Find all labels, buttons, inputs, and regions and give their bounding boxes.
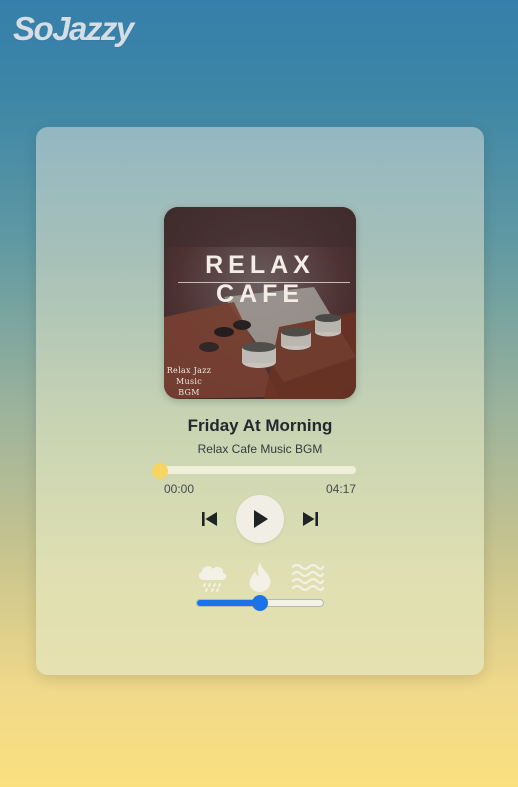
- album-cover: RELAX CAFE Relax Jazz Music BGM: [164, 207, 356, 399]
- progress-bar[interactable]: [160, 466, 356, 474]
- current-time: 00:00: [164, 482, 195, 496]
- album-cover-subtitle: Relax Jazz Music BGM: [166, 365, 212, 398]
- skip-previous-icon: [202, 512, 217, 526]
- rain-cloud-icon: [198, 566, 227, 592]
- album-cover-subtitle-line: BGM: [178, 388, 200, 397]
- waves-icon: [291, 563, 325, 592]
- fire-icon: [249, 562, 271, 592]
- next-track-button[interactable]: [300, 509, 320, 529]
- ambient-volume-fill: [197, 600, 260, 606]
- app-logo: SoJazzy: [13, 10, 134, 47]
- track-duration: 04:17: [325, 482, 356, 496]
- album-cover-subtitle-line: Music: [176, 377, 202, 386]
- album-cover-subtitle-line: Relax Jazz: [166, 366, 212, 375]
- play-icon: [254, 510, 268, 528]
- play-button[interactable]: [236, 495, 284, 543]
- skip-next-icon: [303, 512, 318, 526]
- previous-track-button[interactable]: [200, 509, 220, 529]
- rain-sound-button[interactable]: [195, 561, 229, 593]
- track-title: Friday At Morning: [187, 416, 333, 435]
- waves-sound-button[interactable]: [291, 561, 325, 593]
- ambient-volume-thumb[interactable]: [252, 595, 268, 611]
- album-cover-divider: [178, 282, 350, 283]
- album-cover-title: RELAX CAFE: [205, 251, 315, 308]
- progress-thumb[interactable]: [152, 463, 168, 479]
- track-artist: Relax Cafe Music BGM: [197, 442, 323, 456]
- fire-sound-button[interactable]: [243, 561, 277, 593]
